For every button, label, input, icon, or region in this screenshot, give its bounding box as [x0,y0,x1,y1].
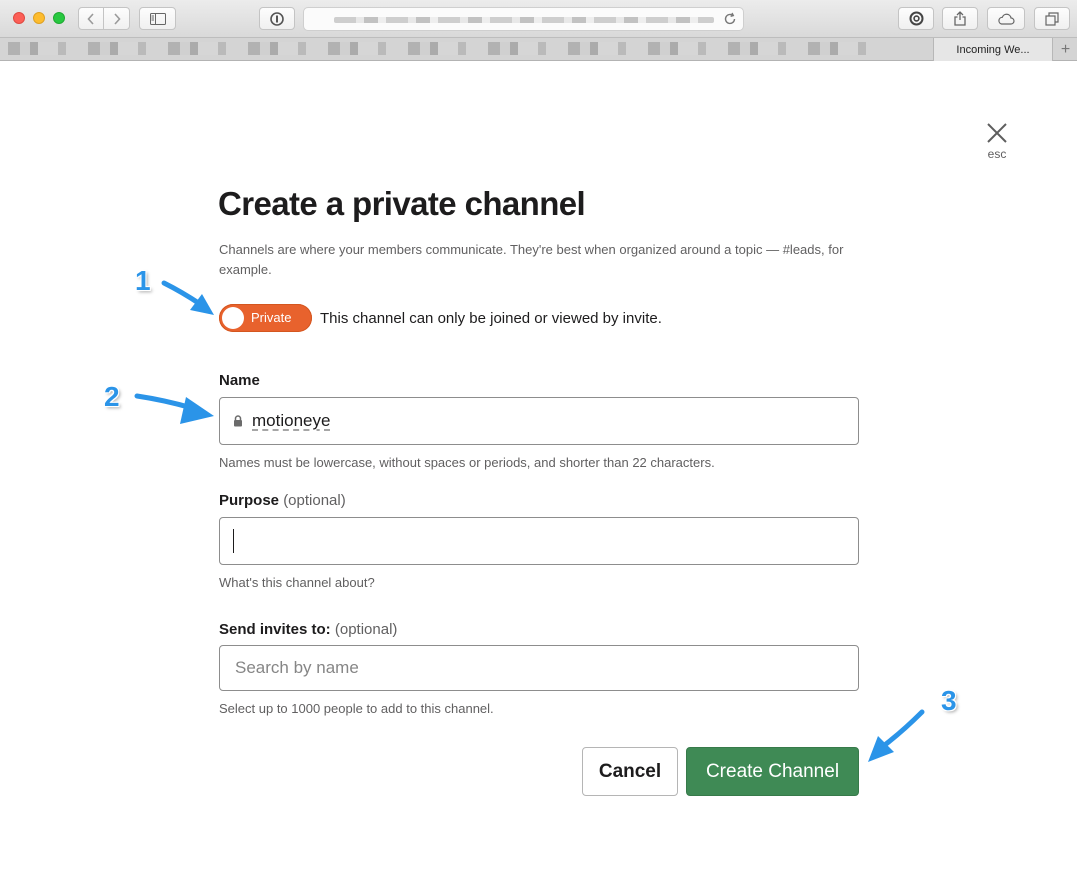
text-caret [233,529,234,553]
toggle-knob [222,307,244,329]
name-label: Name [219,372,260,389]
address-bar[interactable] [303,7,744,31]
close-icon [987,123,1007,143]
password-manager-button[interactable] [259,7,295,30]
plus-icon: + [1060,40,1071,58]
icloud-button[interactable] [987,7,1025,30]
lock-icon [234,415,242,427]
name-input[interactable]: motioneye [219,397,859,445]
name-value: motioneye [252,411,331,430]
invites-label: Send invites to: (optional) [219,621,397,638]
page-title: Create a private channel [218,185,586,222]
chevron-left-icon [87,12,94,25]
annotation-arrow-1 [161,280,214,315]
purpose-label: Purpose (optional) [219,492,346,509]
sidebar-toggle-button[interactable] [139,7,176,30]
private-toggle[interactable]: Private [219,304,312,332]
reload-icon[interactable] [723,12,737,26]
zoom-window-button[interactable] [53,12,65,24]
chevron-right-icon [113,12,121,25]
browser-titlebar [0,0,1077,38]
esc-caption: esc [987,147,1007,161]
invites-label-text: Send invites to: [219,621,331,638]
share-button[interactable] [942,7,978,30]
close-window-button[interactable] [13,12,25,24]
tab-incoming-webhooks[interactable]: Incoming We... [933,38,1053,61]
private-toggle-row: Private This channel can only be joined … [219,304,662,332]
invites-optional-text: (optional) [334,621,398,638]
name-label-text: Name [219,372,260,389]
toggle-label: Private [251,310,292,325]
purpose-optional-text: (optional) [283,492,346,509]
password-manager-icon [270,11,284,26]
annotation-step-1: 1 [135,265,151,296]
tab-title: Incoming We... [956,43,1030,56]
back-button[interactable] [78,7,104,30]
tabs-icon [1045,11,1059,26]
invites-hint: Select up to 1000 people to add to this … [219,701,494,716]
name-hint: Names must be lowercase, without spaces … [219,455,715,470]
forward-button[interactable] [104,7,130,30]
annotation-step-3: 3 [941,685,957,716]
extension-button[interactable] [898,7,934,30]
new-tab-button[interactable]: + [1054,38,1077,61]
purpose-input[interactable] [219,517,859,565]
cancel-button[interactable]: Cancel [582,747,678,796]
invite-search-input[interactable] [220,646,858,690]
tab-bar: Incoming We... + [0,38,1077,61]
bookmarks-blurred [8,42,888,55]
close-modal-button[interactable]: esc [980,122,1014,161]
at-sign-icon [909,11,923,26]
tabs-overview-button[interactable] [1034,7,1070,30]
toggle-description: This channel can only be joined or viewe… [320,309,662,327]
annotation-arrow-2 [134,393,214,424]
cloud-icon [998,13,1015,25]
intro-text: Channels are where your members communic… [219,242,844,277]
minimize-window-button[interactable] [33,12,45,24]
share-icon [954,11,966,26]
create-channel-button[interactable]: Create Channel [686,747,859,796]
purpose-label-text: Purpose [219,492,280,509]
invites-field [219,645,859,691]
purpose-hint: What's this channel about? [219,575,375,590]
annotation-arrow-3 [868,709,925,762]
url-text-blurred [334,17,714,23]
sidebar-icon [149,12,166,25]
annotation-step-2: 2 [104,381,120,412]
history-nav [78,7,130,30]
